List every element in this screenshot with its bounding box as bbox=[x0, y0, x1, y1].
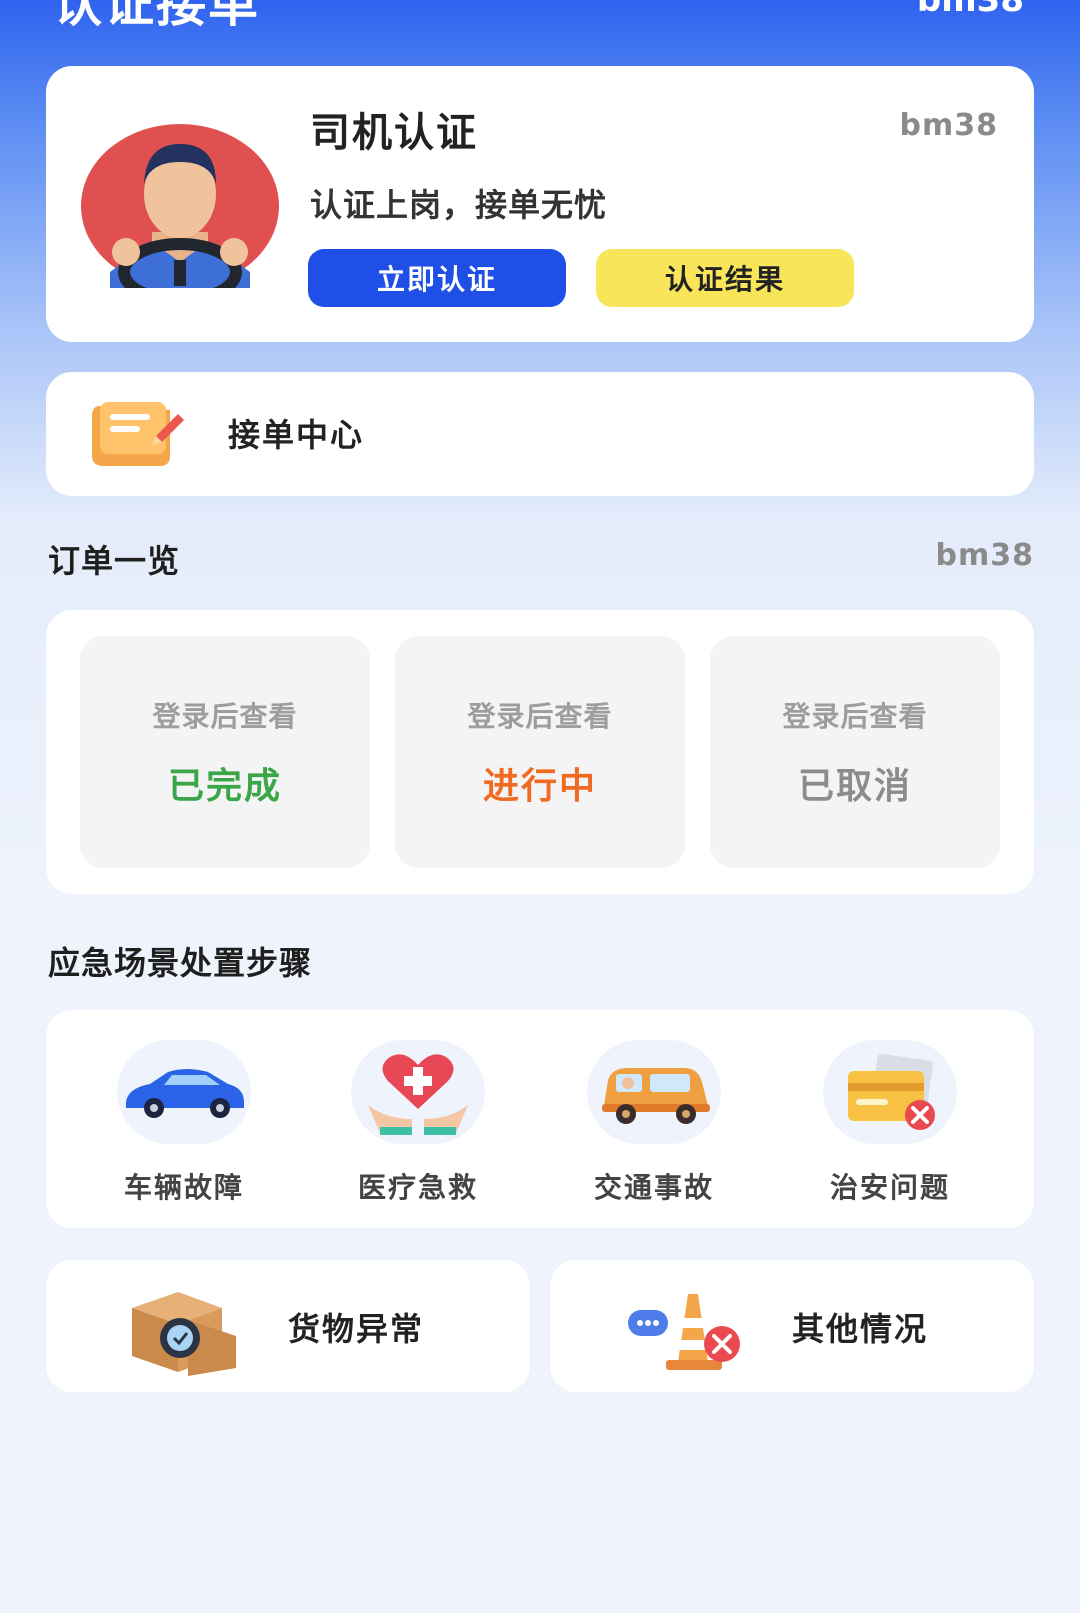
cargo-box-icon bbox=[122, 1280, 242, 1376]
emergency-traffic-accident[interactable]: 交通事故 bbox=[554, 1040, 754, 1206]
login-to-view-hint: 登录后查看 bbox=[152, 700, 298, 733]
traffic-cone-icon bbox=[626, 1284, 746, 1374]
status-cancelled: 已取消 bbox=[797, 766, 912, 807]
header-corner-text: bm38 bbox=[916, 0, 1024, 20]
login-to-view-hint: 登录后查看 bbox=[782, 700, 928, 733]
medical-heart-icon bbox=[351, 1040, 485, 1144]
order-cancelled-box[interactable]: 登录后查看 已取消 bbox=[710, 636, 1000, 868]
certify-now-button[interactable]: 立即认证 bbox=[308, 249, 566, 307]
order-completed-box[interactable]: 登录后查看 已完成 bbox=[80, 636, 370, 868]
car-icon bbox=[117, 1040, 251, 1144]
driver-card-title: 司机认证 bbox=[310, 110, 478, 156]
page-title: 认证接单 bbox=[52, 0, 260, 33]
accident-van-icon bbox=[587, 1040, 721, 1144]
status-in-progress: 进行中 bbox=[482, 766, 597, 807]
certification-result-button[interactable]: 认证结果 bbox=[596, 249, 854, 307]
driver-avatar-icon bbox=[80, 122, 280, 306]
order-center-card[interactable] bbox=[46, 372, 1034, 496]
other-situation-label: 其他情况 bbox=[792, 1310, 929, 1348]
login-to-view-hint: 登录后查看 bbox=[467, 700, 613, 733]
scroll-document-icon bbox=[86, 396, 186, 470]
emergency-section-title: 应急场景处置步骤 bbox=[48, 944, 313, 982]
emergency-item-label: 治安问题 bbox=[829, 1171, 950, 1204]
emergency-item-label: 车辆故障 bbox=[123, 1171, 244, 1204]
order-overview-tag: bm38 bbox=[935, 538, 1034, 573]
order-in-progress-box[interactable]: 登录后查看 进行中 bbox=[395, 636, 685, 868]
driver-card-subtitle: 认证上岗，接单无忧 bbox=[310, 186, 608, 224]
emergency-item-label: 医疗急救 bbox=[357, 1171, 478, 1204]
order-overview-title: 订单一览 bbox=[48, 542, 181, 580]
cargo-anomaly-label: 货物异常 bbox=[288, 1310, 425, 1348]
emergency-item-label: 交通事故 bbox=[593, 1171, 714, 1204]
driver-card-tag: bm38 bbox=[899, 108, 998, 143]
emergency-medical-aid[interactable]: 医疗急救 bbox=[318, 1040, 518, 1206]
emergency-vehicle-fault[interactable]: 车辆故障 bbox=[84, 1040, 284, 1206]
status-completed: 已完成 bbox=[167, 766, 282, 807]
security-card-icon bbox=[823, 1040, 957, 1144]
order-center-label: 接单中心 bbox=[228, 416, 365, 454]
emergency-security-issue[interactable]: 治安问题 bbox=[790, 1040, 990, 1206]
